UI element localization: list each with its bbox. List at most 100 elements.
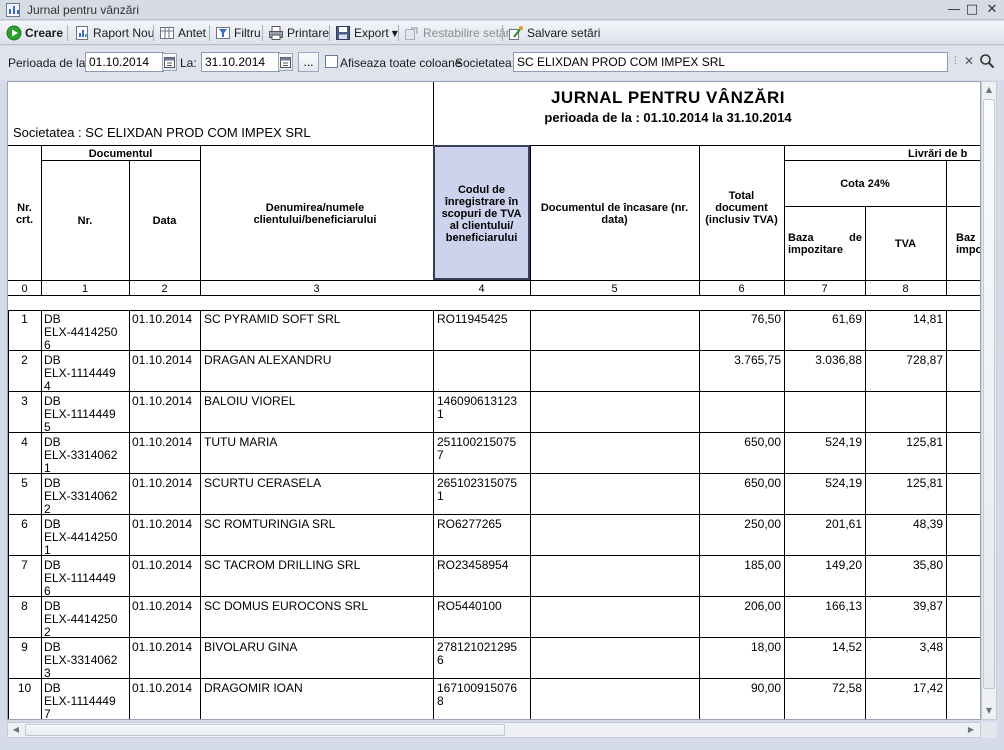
- header-nr: Nr.: [77, 215, 93, 227]
- row-data: 01.10.2014: [132, 476, 193, 490]
- row-data: 01.10.2014: [132, 599, 193, 613]
- date-to-field[interactable]: 31.10.2014: [201, 52, 280, 72]
- row-total: 250,00: [744, 517, 781, 531]
- scroll-down-icon[interactable]: ▼: [982, 704, 996, 718]
- row-tva: 39,87: [912, 599, 943, 613]
- printare-button[interactable]: Printare: [268, 23, 329, 43]
- report-title: JURNAL PENTRU VÂNZĂRI: [550, 88, 786, 107]
- table-row[interactable]: 4 DB ELX-3314062 1 01.10.2014 TUTU MARIA 25110…: [8, 433, 980, 475]
- antet-button[interactable]: Antet: [159, 23, 206, 43]
- row-data: 01.10.2014: [132, 312, 193, 326]
- row-tva: 14,81: [912, 312, 943, 326]
- show-all-columns-checkbox[interactable]: [325, 55, 338, 68]
- vertical-scroll-thumb[interactable]: [983, 99, 995, 689]
- row-doc-nr-line: ELX-4414250: [44, 612, 118, 626]
- table-row[interactable]: 1 DB ELX-4414250 6 01.10.2014 SC PYRAMID SOFT…: [8, 310, 980, 352]
- row-client: BIVOLARU GINA: [204, 640, 298, 654]
- la-label: La:: [180, 56, 197, 70]
- table-row[interactable]: 7 DB ELX-1114449 6 01.10.2014 SC TACROM DRILL…: [8, 556, 980, 598]
- row-total: 185,00: [744, 558, 781, 572]
- horizontal-scrollbar[interactable]: ◀ ▶: [7, 722, 981, 738]
- row-client: SC TACROM DRILLING SRL: [204, 558, 361, 572]
- search-icon[interactable]: [979, 53, 995, 72]
- table-row[interactable]: 10 DB ELX-1114449 7 01.10.2014 DRAGOMIR IOAN 1…: [8, 679, 980, 720]
- row-cod-tva-line: RO11945425: [437, 312, 508, 326]
- horizontal-scroll-thumb[interactable]: [25, 724, 505, 736]
- row-tva: 3,48: [919, 640, 943, 654]
- close-icon[interactable]: ✕: [983, 2, 1001, 18]
- row-client: SC DOMUS EUROCONS SRL: [204, 599, 369, 613]
- row-doc-nr-line: ELX-1114449: [44, 571, 116, 585]
- row-cod-tva-line: 8: [437, 694, 444, 708]
- calendar-from-icon[interactable]: [162, 53, 177, 71]
- window-titlebar: Jurnal pentru vânzări — □ ✕: [0, 0, 1004, 20]
- header-denumirea: Denumirea/numele clientului/beneficiarul…: [253, 202, 377, 226]
- play-icon: [6, 25, 22, 41]
- row-data: 01.10.2014: [132, 640, 193, 654]
- company-select[interactable]: SC ELIXDAN PROD COM IMPEX SRL: [513, 52, 948, 72]
- header-baza-2: Baz impo: [956, 232, 981, 256]
- table-row[interactable]: 5 DB ELX-3314062 2 01.10.2014 SCURTU CERASELA…: [8, 474, 980, 516]
- colnum-3: 3: [313, 283, 320, 295]
- row-doc-nr-line: 7: [44, 707, 51, 720]
- row-tva: 125,81: [906, 435, 943, 449]
- report-company: Societatea : SC ELIXDAN PROD COM IMPEX S…: [13, 125, 311, 140]
- raport-nou-button[interactable]: Raport Nou: [74, 23, 154, 43]
- filtru-button[interactable]: Filtru: [215, 23, 261, 43]
- header-cod-tva[interactable]: Codul de înregistrare în scopuri de TVA …: [436, 184, 527, 244]
- row-cod-tva-line: 278121021295: [437, 640, 518, 654]
- filter-bar: Perioada de la: 01.10.2014 La: 31.10.201…: [0, 46, 1004, 80]
- calendar-to-icon[interactable]: [278, 53, 293, 71]
- row-data: 01.10.2014: [132, 353, 193, 367]
- scroll-left-icon[interactable]: ◀: [9, 723, 23, 737]
- colnum-2: 2: [161, 283, 168, 295]
- row-client: SC PYRAMID SOFT SRL: [204, 312, 341, 326]
- row-cod-tva-line: RO6277265: [437, 517, 502, 531]
- row-baza: 524,19: [825, 435, 862, 449]
- row-doc-nr-line: ELX-3314062: [44, 489, 118, 503]
- dropdown-grip-icon[interactable]: ⋮: [951, 56, 961, 66]
- maximize-icon[interactable]: □: [963, 2, 981, 18]
- table-row[interactable]: 2 DB ELX-1114449 4 01.10.2014 DRAGAN ALEXANDR…: [8, 351, 980, 393]
- row-baza: 3.036,88: [815, 353, 862, 367]
- row-tva: 35,80: [912, 558, 943, 572]
- report-preview[interactable]: Societatea : SC ELIXDAN PROD COM IMPEX S…: [7, 81, 981, 720]
- row-doc-nr-line: ELX-4414250: [44, 325, 118, 339]
- row-total: 18,00: [750, 640, 781, 654]
- colnum-7: 7: [821, 283, 828, 295]
- row-total: 650,00: [744, 435, 781, 449]
- minimize-icon[interactable]: —: [945, 2, 963, 18]
- salvare-setari-button[interactable]: Salvare setări: [508, 23, 600, 43]
- restabilire-setari-button[interactable]: Restabilire setări: [404, 23, 512, 43]
- table-row[interactable]: 3 DB ELX-1114449 5 01.10.2014 BALOIU VIOREL 14…: [8, 392, 980, 434]
- row-total: 650,00: [744, 476, 781, 490]
- row-baza: 524,19: [825, 476, 862, 490]
- table-row[interactable]: 9 DB ELX-3314062 3 01.10.2014 BIVOLARU GINA 27…: [8, 638, 980, 680]
- row-client: SCURTU CERASELA: [204, 476, 322, 490]
- printer-icon: [268, 25, 284, 41]
- row-baza: 166,13: [825, 599, 862, 613]
- row-data: 01.10.2014: [132, 681, 193, 695]
- vertical-scrollbar[interactable]: ▲ ▼: [981, 81, 997, 720]
- scroll-right-icon[interactable]: ▶: [964, 723, 978, 737]
- date-from-field[interactable]: 01.10.2014: [85, 52, 164, 72]
- row-cod-tva-line: 146090613123: [437, 394, 518, 408]
- row-cod-tva-line: 1: [437, 489, 444, 503]
- report-app-icon: [6, 3, 20, 17]
- clear-icon[interactable]: ✕: [964, 54, 974, 68]
- row-total: 206,00: [744, 599, 781, 613]
- ellipsis-button[interactable]: ...: [298, 52, 319, 72]
- colnum-5: 5: [611, 283, 618, 295]
- export-button[interactable]: Export ▼: [335, 23, 398, 43]
- table-row[interactable]: 8 DB ELX-4414250 2 01.10.2014 SC DOMUS EUROCO…: [8, 597, 980, 639]
- creare-button[interactable]: Creare: [6, 23, 63, 43]
- header-tva: TVA: [894, 238, 917, 250]
- row-nr-crt: 3: [21, 394, 28, 408]
- row-tva: 48,39: [912, 517, 943, 531]
- table-row[interactable]: 6 DB ELX-4414250 1 01.10.2014 SC ROMTURINGIA …: [8, 515, 980, 557]
- scroll-up-icon[interactable]: ▲: [982, 83, 996, 97]
- header-total: Total document (inclusiv TVA): [705, 190, 778, 226]
- row-data: 01.10.2014: [132, 517, 193, 531]
- report-period: perioada de la : 01.10.2014 la 31.10.201…: [544, 110, 792, 125]
- row-tva: 17,42: [912, 681, 943, 695]
